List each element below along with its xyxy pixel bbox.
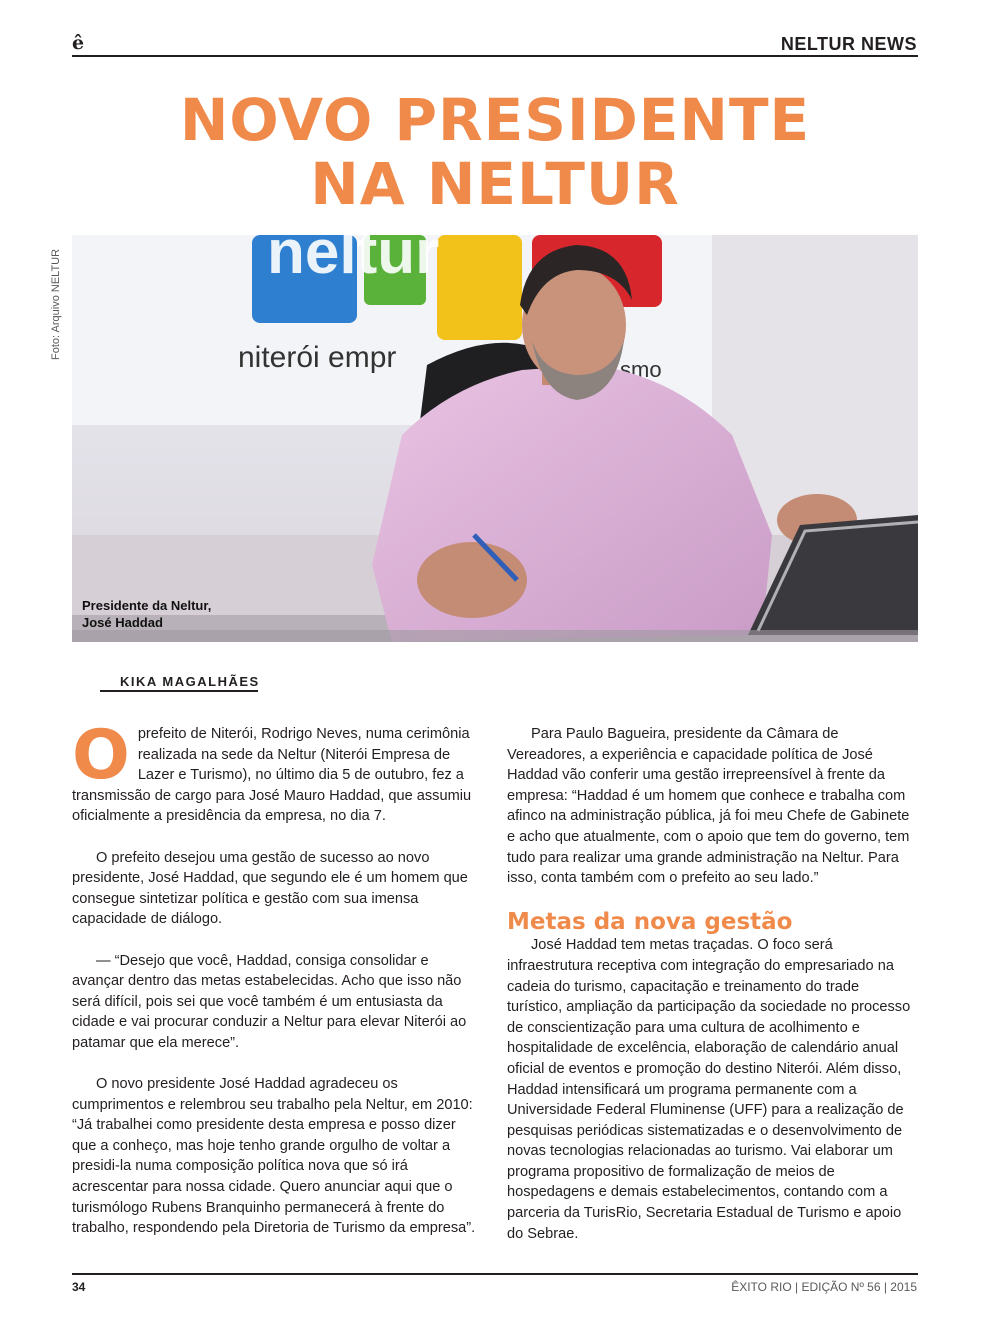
page-headline: NOVO PRESIDENTE NA NELTUR [0, 88, 990, 216]
paragraph-6: José Haddad tem metas traçadas. O foco s… [507, 937, 911, 1242]
article-column-left: Oprefeito de Niterói, Rodrigo Neves, num… [72, 716, 482, 1259]
photo-illustration: neltur niterói empr smo [72, 235, 918, 642]
headline-line-1: NOVO PRESIDENTE [179, 86, 811, 154]
article-photo: neltur niterói empr smo [72, 235, 918, 642]
sign-text: neltur [267, 235, 439, 287]
paragraph-1: Oprefeito de Niterói, Rodrigo Neves, num… [72, 716, 482, 827]
caption-line-2: José Haddad [82, 615, 163, 630]
caption-line-1: Presidente da Neltur, [82, 598, 212, 613]
page-number: 34 [72, 1280, 86, 1294]
drop-cap: O [72, 716, 130, 795]
paragraph-5: Para Paulo Bagueira, presidente da Câmar… [507, 726, 910, 887]
article-column-right: Para Paulo Bagueira, presidente da Câmar… [507, 724, 917, 1265]
sign-block-yellow [437, 235, 522, 340]
wall-text: niterói empr [238, 341, 396, 374]
photo-credit: Foto: Arquivo NELTUR [50, 248, 62, 360]
header-rule [72, 55, 918, 57]
paragraph-4: O novo presidente José Haddad agradeceu … [72, 1076, 476, 1237]
byline-underline [100, 690, 258, 692]
article-subheading: Metas da nova gestão [507, 909, 793, 936]
paragraph-3: — “Desejo que você, Haddad, consiga cons… [72, 952, 467, 1051]
paragraph-2: O prefeito desejou uma gestão de sucesso… [72, 849, 468, 928]
section-title: NELTUR NEWS [780, 34, 917, 54]
magazine-logo: ê [72, 32, 85, 54]
author-byline: KIKA MAGALHÃES [120, 674, 260, 689]
paragraph-1-text: prefeito de Niterói, Rodrigo Neves, numa… [72, 726, 472, 825]
headline-line-2: NA NELTUR [310, 150, 680, 218]
publication-footer: ÊXITO RIO | EDIÇÃO Nº 56 | 2015 [731, 1280, 917, 1294]
footer-rule [72, 1273, 918, 1275]
left-hand [417, 542, 527, 618]
photo-caption: Presidente da Neltur, José Haddad [82, 597, 211, 631]
